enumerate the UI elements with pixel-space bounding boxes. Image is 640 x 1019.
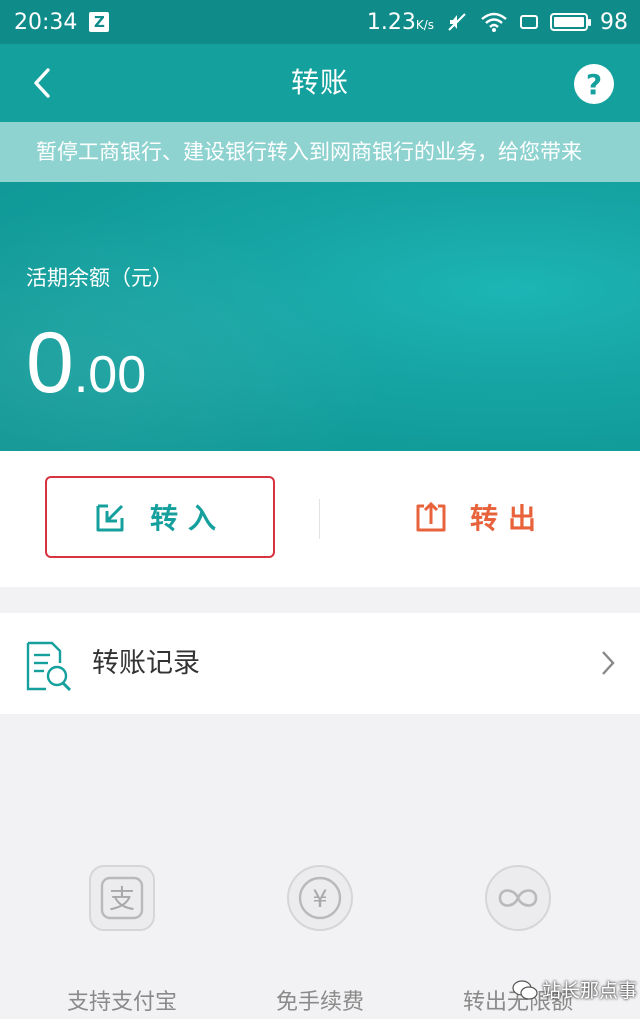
page-title: 转账 [290, 66, 349, 99]
help-button[interactable]: ? [574, 64, 614, 104]
status-bar: 20:34 Z 1.23K/s 98 [0, 0, 640, 44]
transfer-records-label: 转账记录 [92, 648, 200, 679]
notice-banner: 暂停工商银行、建设银行转入到网商银行的业务，给您带来 [0, 122, 640, 182]
network-speed-value: 1.23 [366, 9, 416, 35]
svg-text:¥: ¥ [312, 885, 327, 913]
alipay-icon: 支 [89, 865, 155, 931]
notice-text: 暂停工商银行、建设银行转入到网商银行的业务，给您带来 [36, 140, 582, 164]
watermark: 站长那点事 [512, 976, 637, 1003]
balance-amount: 0.00 [26, 320, 146, 406]
actions-divider [319, 499, 320, 539]
network-speed-unit: K/s [415, 17, 434, 32]
balance-integer: 0 [26, 315, 74, 411]
question-icon: ? [585, 67, 603, 101]
document-search-icon [26, 641, 72, 692]
transfer-records-row[interactable]: 转账记录 [0, 613, 640, 714]
transfer-in-icon [96, 504, 124, 532]
z-notification-icon: Z [89, 12, 110, 32]
svg-text:支: 支 [109, 885, 135, 915]
status-bar-right: 1.23K/s 98 [367, 10, 628, 35]
watermark-text: 站长那点事 [542, 980, 638, 1002]
transfer-in-button[interactable]: 转入 [45, 476, 275, 558]
status-time: 20:34 [14, 9, 78, 35]
feature-no-fee-label: 免手续费 [275, 990, 364, 1015]
wechat-icon [512, 979, 538, 1000]
sim-icon [520, 15, 538, 29]
balance-card: 活期余额（元） 0.00 [0, 182, 640, 451]
transfer-out-button[interactable]: 转出 [400, 476, 560, 558]
feature-alipay-label: 支持支付宝 [66, 990, 177, 1015]
transfer-actions: 转入 转出 [0, 451, 640, 587]
status-bar-left: 20:34 Z [14, 9, 110, 35]
battery-level: 98 [600, 9, 628, 35]
transfer-out-icon [416, 501, 446, 532]
transfer-in-label: 转入 [149, 502, 226, 535]
feature-no-fee: ¥ 免手续费 [220, 860, 420, 1016]
wifi-icon [481, 12, 507, 32]
chevron-right-icon [602, 651, 615, 675]
balance-decimal: .00 [73, 346, 147, 404]
infinity-icon [485, 865, 551, 931]
battery-icon [550, 13, 591, 31]
nav-bar: 转账 ? [0, 44, 640, 122]
yuan-coin-icon: ¥ [287, 865, 353, 931]
network-speed: 1.23K/s [367, 10, 434, 35]
mute-icon [448, 13, 466, 31]
balance-label: 活期余额（元） [26, 266, 173, 290]
transfer-out-label: 转出 [469, 502, 546, 535]
feature-alipay: 支 支持支付宝 [22, 860, 222, 1016]
